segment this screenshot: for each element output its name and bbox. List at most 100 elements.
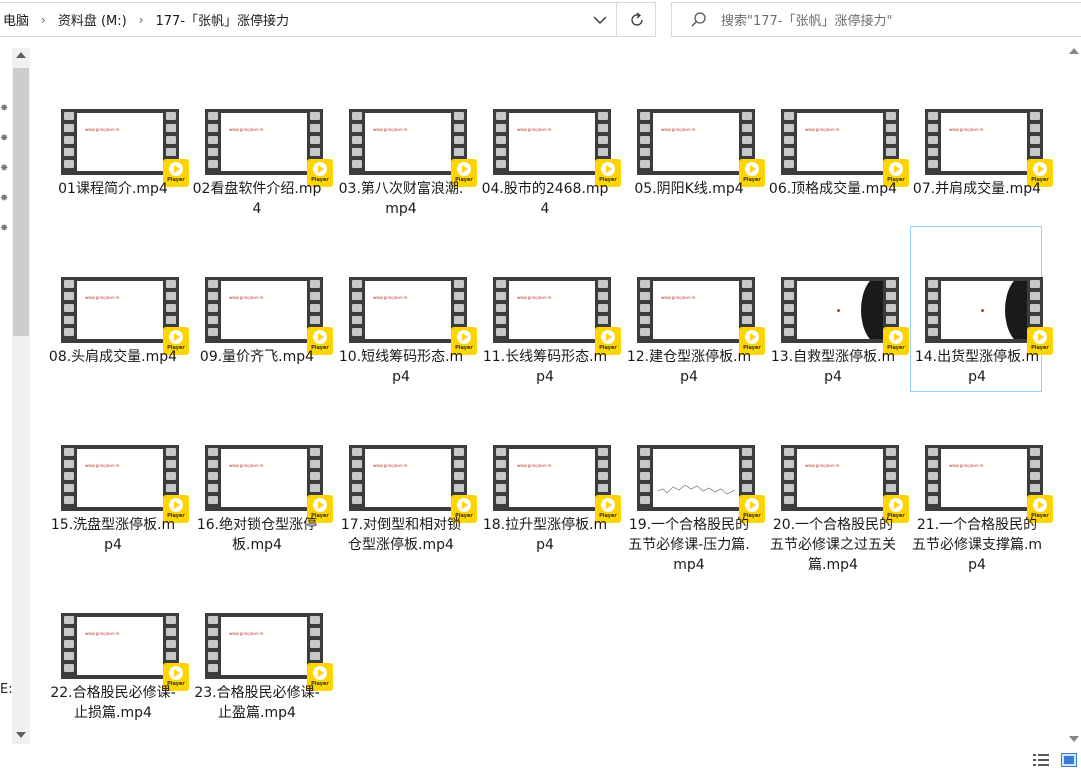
- film-strip-icon: www.gonipaier.m: [493, 277, 611, 343]
- file-name-label[interactable]: 08.头肩成交量.mp4: [47, 347, 179, 367]
- play-icon: [457, 498, 471, 512]
- film-sprocket-holes: [496, 112, 506, 172]
- film-strip-icon: www.gonipaier.m: [349, 277, 467, 343]
- play-icon: [169, 330, 183, 344]
- file-name-label[interactable]: 06.顶格成交量.mp4: [767, 179, 899, 199]
- content-scrollbar[interactable]: [1066, 40, 1081, 750]
- breadcrumb-separator-icon[interactable]: ›: [33, 13, 54, 27]
- file-item[interactable]: www.gonipaier.m Player 15.洗盘型涨停板.mp4: [46, 394, 189, 560]
- frame-dark-shape: [1005, 281, 1027, 339]
- refresh-icon[interactable]: [627, 10, 647, 30]
- file-item[interactable]: www.gonipaier.m Player 17.对倒型和相对锁仓型涨停板.mp4: [334, 394, 477, 560]
- breadcrumb-drive[interactable]: 资料盘 (M:): [54, 10, 131, 29]
- file-item[interactable]: www.gonipaier.m Player 21.一个合格股民的五节必修课支撑篇.…: [910, 394, 1053, 573]
- file-name-label[interactable]: 09.量价齐飞.mp4: [191, 347, 323, 367]
- file-item[interactable]: www.gonipaier.m Player 09.量价齐飞.mp4: [190, 226, 333, 392]
- file-name-label[interactable]: 11.长线筹码形态.mp4: [479, 347, 611, 387]
- breadcrumb-folder[interactable]: 177-「张帆」涨停接力: [152, 10, 294, 29]
- file-item[interactable]: www.gonipaier.m Player 11.长线筹码形态.mp4: [478, 226, 621, 392]
- frame-watermark-text: www.gonipaier.m: [805, 127, 840, 132]
- frame-chart-line: [657, 484, 735, 495]
- breadcrumb-this-pc[interactable]: 电脑: [0, 10, 33, 29]
- file-item[interactable]: www.gonipaier.m Player 01课程简介.mp4: [46, 58, 189, 224]
- file-name-label[interactable]: 12.建仓型涨停板.mp4: [623, 347, 755, 387]
- film-sprocket-holes: [784, 280, 794, 340]
- film-strip-icon: www.gonipaier.m: [925, 445, 1043, 511]
- file-item[interactable]: www.gonipaier.m Player 18.拉升型涨停板.mp4: [478, 394, 621, 560]
- nav-scrollbar[interactable]: [12, 48, 30, 744]
- file-item[interactable]: www.gonipaier.m Player 22.合格股民必修课-止损篇.mp4: [46, 562, 189, 728]
- file-item[interactable]: www.gonipaier.m Player 08.头肩成交量.mp4: [46, 226, 189, 392]
- film-sprocket-holes: [64, 448, 74, 508]
- file-item[interactable]: www.gonipaier.m Player 05.阴阳K线.mp4: [622, 58, 765, 224]
- film-sprocket-holes: [496, 448, 506, 508]
- file-name-label[interactable]: 23.合格股民必修课-止盈篇.mp4: [191, 683, 323, 723]
- navigation-bar: 电脑 › 资料盘 (M:) › 177-「张帆」涨停接力 搜索"177-「张帆」…: [0, 0, 1081, 40]
- frame-watermark-text: www.gonipaier.m: [85, 631, 120, 636]
- video-frame-preview: www.gonipaier.m: [77, 113, 163, 171]
- file-item[interactable]: www.gonipaier.m Player 16.绝对锁仓型涨停板.mp4: [190, 394, 333, 560]
- scroll-down-icon[interactable]: [16, 732, 26, 738]
- film-sprocket-holes: [208, 448, 218, 508]
- video-thumbnail: www.gonipaier.m Player: [637, 277, 765, 355]
- file-name-label[interactable]: 15.洗盘型涨停板.mp4: [47, 515, 179, 555]
- file-name-label[interactable]: 16.绝对锁仓型涨停板.mp4: [191, 515, 323, 555]
- file-name-label[interactable]: 04.股市的2468.mp4: [479, 179, 611, 219]
- file-item[interactable]: www.gonipaier.m Player 10.短线筹码形态.mp4: [334, 226, 477, 392]
- frame-dark-shape: [861, 281, 883, 339]
- play-icon: [745, 330, 759, 344]
- file-name-label[interactable]: 03.第八次财富浪潮.mp4: [335, 179, 467, 219]
- file-item[interactable]: www.gonipaier.m Player 23.合格股民必修课-止盈篇.mp4: [190, 562, 333, 728]
- file-item[interactable]: www.gonipaier.m Player 20.一个合格股民的五节必修课之过五关…: [766, 394, 909, 573]
- scroll-up-icon[interactable]: [16, 52, 26, 58]
- pin-icon: ✸: [0, 103, 9, 114]
- details-view-icon[interactable]: [1033, 753, 1049, 767]
- video-frame-preview: www.gonipaier.m: [509, 281, 595, 339]
- video-thumbnail: www.gonipaier.m Player: [637, 109, 765, 187]
- file-name-label[interactable]: 07.并肩成交量.mp4: [911, 179, 1043, 199]
- film-sprocket-holes: [928, 448, 938, 508]
- search-box[interactable]: 搜索"177-「张帆」涨停接力": [671, 2, 1081, 37]
- file-item[interactable]: Player 14.出货型涨停板.mp4: [910, 226, 1053, 392]
- film-strip-icon: www.gonipaier.m: [781, 109, 899, 175]
- nav-drive-label[interactable]: E:: [0, 682, 13, 697]
- file-name-label[interactable]: 20.一个合格股民的五节必修课之过五关篇.mp4: [767, 515, 899, 575]
- file-item[interactable]: www.gonipaier.m Player 02看盘软件介绍.mp4: [190, 58, 333, 224]
- video-thumbnail: www.gonipaier.m Player: [781, 109, 909, 187]
- file-name-label[interactable]: 13.自救型涨停板.mp4: [767, 347, 899, 387]
- file-item[interactable]: www.gonipaier.m Player 12.建仓型涨停板.mp4: [622, 226, 765, 392]
- video-frame-preview: www.gonipaier.m: [509, 449, 595, 507]
- file-name-label[interactable]: 10.短线筹码形态.mp4: [335, 347, 467, 387]
- file-item[interactable]: Player 19.一个合格股民的五节必修课-压力篇.mp4: [622, 394, 765, 573]
- file-name-label[interactable]: 19.一个合格股民的五节必修课-压力篇.mp4: [623, 515, 755, 575]
- video-frame-preview: www.gonipaier.m: [509, 113, 595, 171]
- file-name-label[interactable]: 05.阴阳K线.mp4: [623, 179, 755, 199]
- frame-watermark-text: www.gonipaier.m: [517, 295, 552, 300]
- large-icons-view-icon[interactable]: [1061, 753, 1077, 767]
- file-name-label[interactable]: 01课程简介.mp4: [47, 179, 179, 199]
- film-sprocket-holes: [640, 112, 650, 172]
- file-name-label[interactable]: 18.拉升型涨停板.mp4: [479, 515, 611, 555]
- pin-icon: ✸: [0, 223, 9, 234]
- file-name-label[interactable]: 21.一个合格股民的五节必修课支撑篇.mp4: [911, 515, 1043, 575]
- film-strip-icon: www.gonipaier.m: [205, 445, 323, 511]
- breadcrumb-separator-icon[interactable]: ›: [131, 13, 152, 27]
- scroll-up-icon[interactable]: [1069, 48, 1079, 54]
- file-item[interactable]: www.gonipaier.m Player 07.并肩成交量.mp4: [910, 58, 1053, 224]
- file-name-label[interactable]: 17.对倒型和相对锁仓型涨停板.mp4: [335, 515, 467, 555]
- frame-watermark-text: www.gonipaier.m: [373, 463, 408, 468]
- file-item[interactable]: www.gonipaier.m Player 04.股市的2468.mp4: [478, 58, 621, 224]
- file-item[interactable]: Player 13.自救型涨停板.mp4: [766, 226, 909, 392]
- play-icon: [745, 162, 759, 176]
- chevron-down-icon[interactable]: [591, 11, 609, 29]
- file-name-label[interactable]: 22.合格股民必修课-止损篇.mp4: [47, 683, 179, 723]
- pin-icon: ✸: [0, 193, 9, 204]
- scroll-down-icon[interactable]: [1069, 736, 1079, 742]
- file-name-label[interactable]: 14.出货型涨停板.mp4: [911, 347, 1043, 387]
- file-item[interactable]: www.gonipaier.m Player 06.顶格成交量.mp4: [766, 58, 909, 224]
- file-name-label[interactable]: 02看盘软件介绍.mp4: [191, 179, 323, 219]
- nav-scrollbar-thumb[interactable]: [13, 68, 29, 336]
- play-icon: [457, 330, 471, 344]
- file-item[interactable]: www.gonipaier.m Player 03.第八次财富浪潮.mp4: [334, 58, 477, 224]
- address-bar[interactable]: 电脑 › 资料盘 (M:) › 177-「张帆」涨停接力: [0, 2, 656, 37]
